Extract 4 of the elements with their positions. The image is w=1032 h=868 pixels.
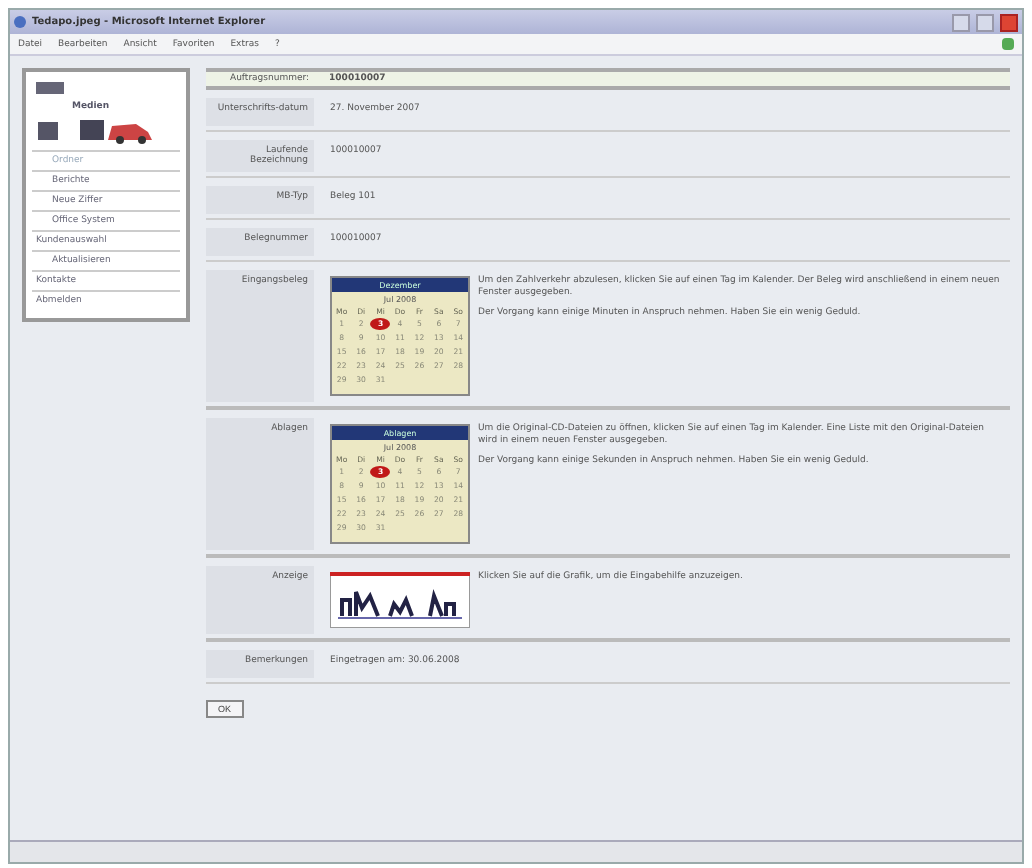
logo-icon <box>36 82 64 94</box>
browser-icon <box>14 16 26 28</box>
chart-thumbnail[interactable] <box>330 572 470 628</box>
close-button[interactable] <box>1000 13 1018 31</box>
